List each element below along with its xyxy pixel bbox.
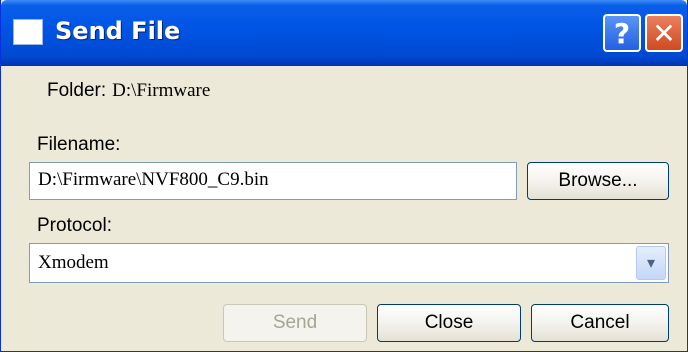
help-button[interactable]: ? bbox=[603, 14, 641, 52]
close-window-button[interactable]: ✕ bbox=[645, 14, 683, 52]
protocol-selected-value: Xmodem bbox=[38, 252, 109, 273]
cancel-button[interactable]: Cancel bbox=[531, 304, 669, 342]
close-icon: ✕ bbox=[652, 16, 676, 50]
help-icon: ? bbox=[613, 16, 631, 50]
protocol-label: Protocol: bbox=[37, 215, 112, 236]
close-button[interactable]: Close bbox=[377, 304, 521, 342]
send-button[interactable]: Send bbox=[223, 304, 367, 342]
window-title: Send File bbox=[55, 17, 181, 45]
folder-line: Folder: D:\Firmware bbox=[47, 80, 210, 102]
title-bar[interactable]: Send File ? ✕ bbox=[1, 0, 687, 66]
window-icon bbox=[13, 19, 43, 45]
dropdown-button[interactable]: ▾ bbox=[636, 246, 666, 280]
chevron-down-icon: ▾ bbox=[646, 255, 656, 272]
folder-value: D:\Firmware bbox=[112, 80, 211, 101]
folder-label: Folder: bbox=[47, 80, 107, 101]
protocol-select[interactable]: Xmodem ▾ bbox=[29, 243, 669, 283]
browse-button[interactable]: Browse... bbox=[527, 162, 669, 200]
filename-input[interactable]: D:\Firmware\NVF800_C9.bin bbox=[29, 162, 517, 200]
filename-label: Filename: bbox=[37, 134, 121, 155]
send-file-dialog: Send File ? ✕ Folder: D:\Firmware Filenam… bbox=[0, 0, 688, 352]
